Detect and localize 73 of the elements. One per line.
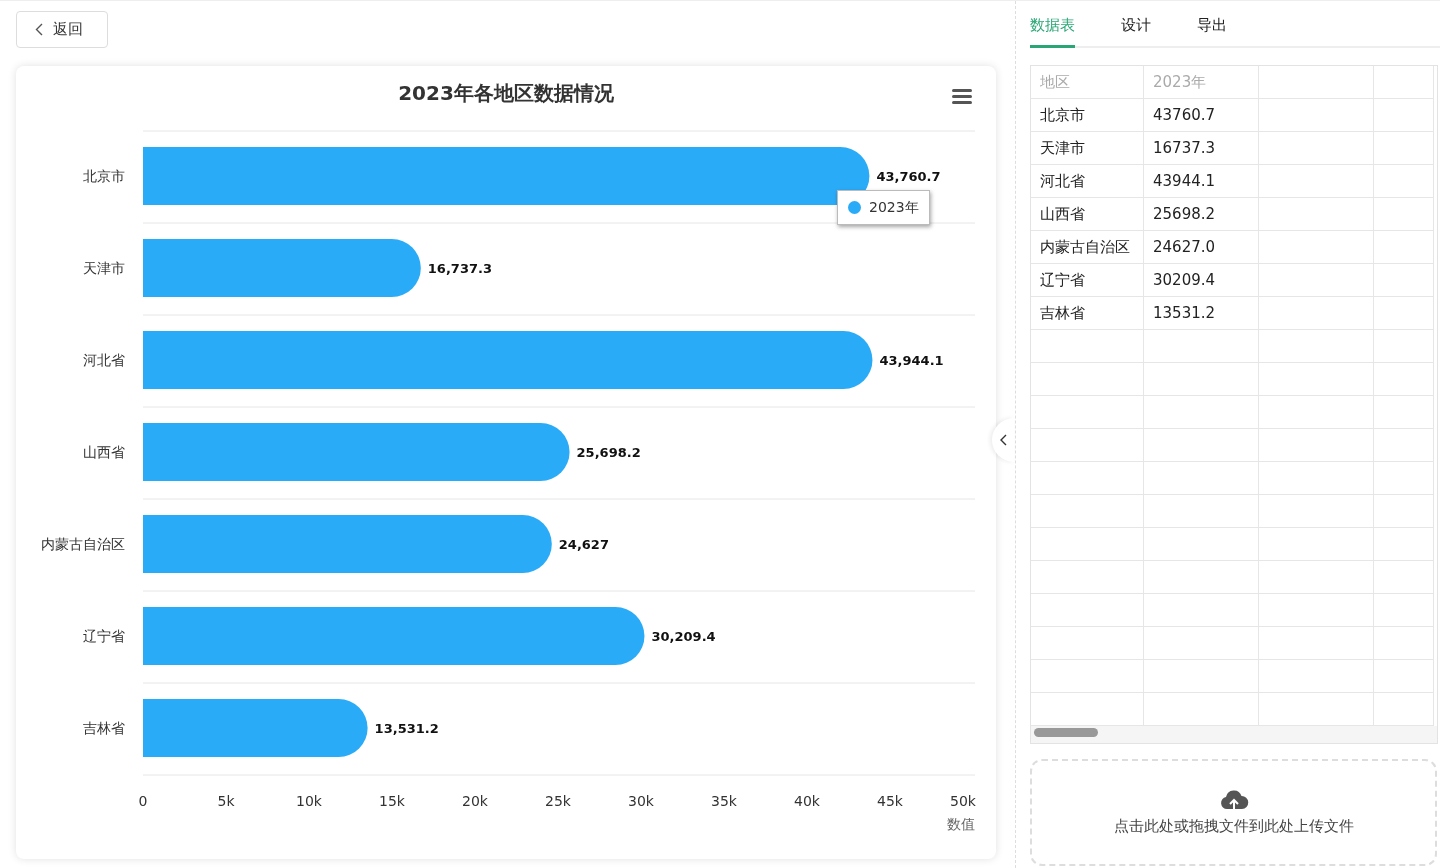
category-label: 内蒙古自治区 [41,536,125,552]
empty-cell [1374,396,1434,429]
axis-title: 数值 [947,816,975,832]
table-cell: 30209.4 [1144,264,1259,297]
empty-cell [1374,297,1434,330]
data-label: 24,627 [558,537,609,552]
data-label: 43,760.7 [876,169,941,184]
table-cell: 北京市 [1031,99,1144,132]
axis-tick-label: 50k [950,793,976,809]
tooltip-label: 2023年 [869,198,919,217]
axis-tick-label: 10k [296,793,322,809]
empty-cell [1374,495,1434,528]
table-cell: 24627.0 [1144,231,1259,264]
tab[interactable]: 导出 [1197,16,1227,48]
axis-tick-label: 5k [217,793,235,809]
column-header: 地区 [1031,66,1144,99]
data-label: 13,531.2 [374,721,439,736]
chevron-left-icon [999,434,1007,446]
category-label: 河北省 [83,352,125,368]
data-label: 16,737.3 [427,261,492,276]
empty-cell [1374,660,1434,693]
table-cell: 43944.1 [1144,165,1259,198]
empty-cell [1374,330,1434,363]
table-cell: 山西省 [1031,198,1144,231]
empty-cell [1374,693,1434,726]
table-cell: 43760.7 [1144,99,1259,132]
empty-cell [1374,99,1434,132]
empty-cell [1374,198,1434,231]
category-label: 北京市 [83,168,125,184]
axis-tick-label: 45k [877,793,903,809]
axis-tick-label: 0 [138,793,148,809]
axis-tick-label: 35k [711,793,737,809]
empty-cell [1374,627,1434,660]
category-label: 吉林省 [83,720,125,736]
tab[interactable]: 设计 [1121,16,1151,48]
upload-area[interactable]: 点击此处或拖拽文件到此处上传文件 [1030,759,1437,866]
category-label: 辽宁省 [83,628,125,644]
table-cell: 河北省 [1031,165,1144,198]
chevron-left-icon [35,23,43,36]
axis-tick-label: 30k [628,793,654,809]
axis-tick-label: 15k [379,793,405,809]
data-label: 25,698.2 [576,445,641,460]
data-label: 43,944.1 [879,353,944,368]
table-cell: 吉林省 [1031,297,1144,330]
table-cell: 天津市 [1031,132,1144,165]
upload-hint: 点击此处或拖拽文件到此处上传文件 [1113,817,1354,836]
axis-tick-label: 40k [794,793,820,809]
empty-cell [1374,429,1434,462]
category-label: 天津市 [83,260,125,276]
empty-cell [1374,165,1434,198]
data-label: 30,209.4 [651,629,716,644]
menu-icon[interactable] [952,88,972,104]
empty-cell [1374,264,1434,297]
empty-cell [1374,528,1434,561]
table-cell: 16737.3 [1144,132,1259,165]
table-cell: 25698.2 [1144,198,1259,231]
category-label: 山西省 [83,444,125,460]
back-button[interactable]: 返回 [16,11,108,48]
table-cell: 内蒙古自治区 [1031,231,1144,264]
axis-tick-label: 25k [545,793,571,809]
legend-dot [848,201,861,214]
table-cell: 辽宁省 [1031,264,1144,297]
axis-tick-label: 20k [462,793,488,809]
empty-cell [1374,594,1434,627]
empty-cell [1374,363,1434,396]
scrollbar-thumb [1034,728,1098,737]
column-header: 2023年 [1144,66,1259,99]
empty-cell [1374,561,1434,594]
empty-cell [1374,132,1434,165]
table-cell: 13531.2 [1144,297,1259,330]
empty-cell [1374,462,1434,495]
chart-title: 2023年各地区数据情况 [398,80,614,107]
empty-cell [1374,231,1434,264]
